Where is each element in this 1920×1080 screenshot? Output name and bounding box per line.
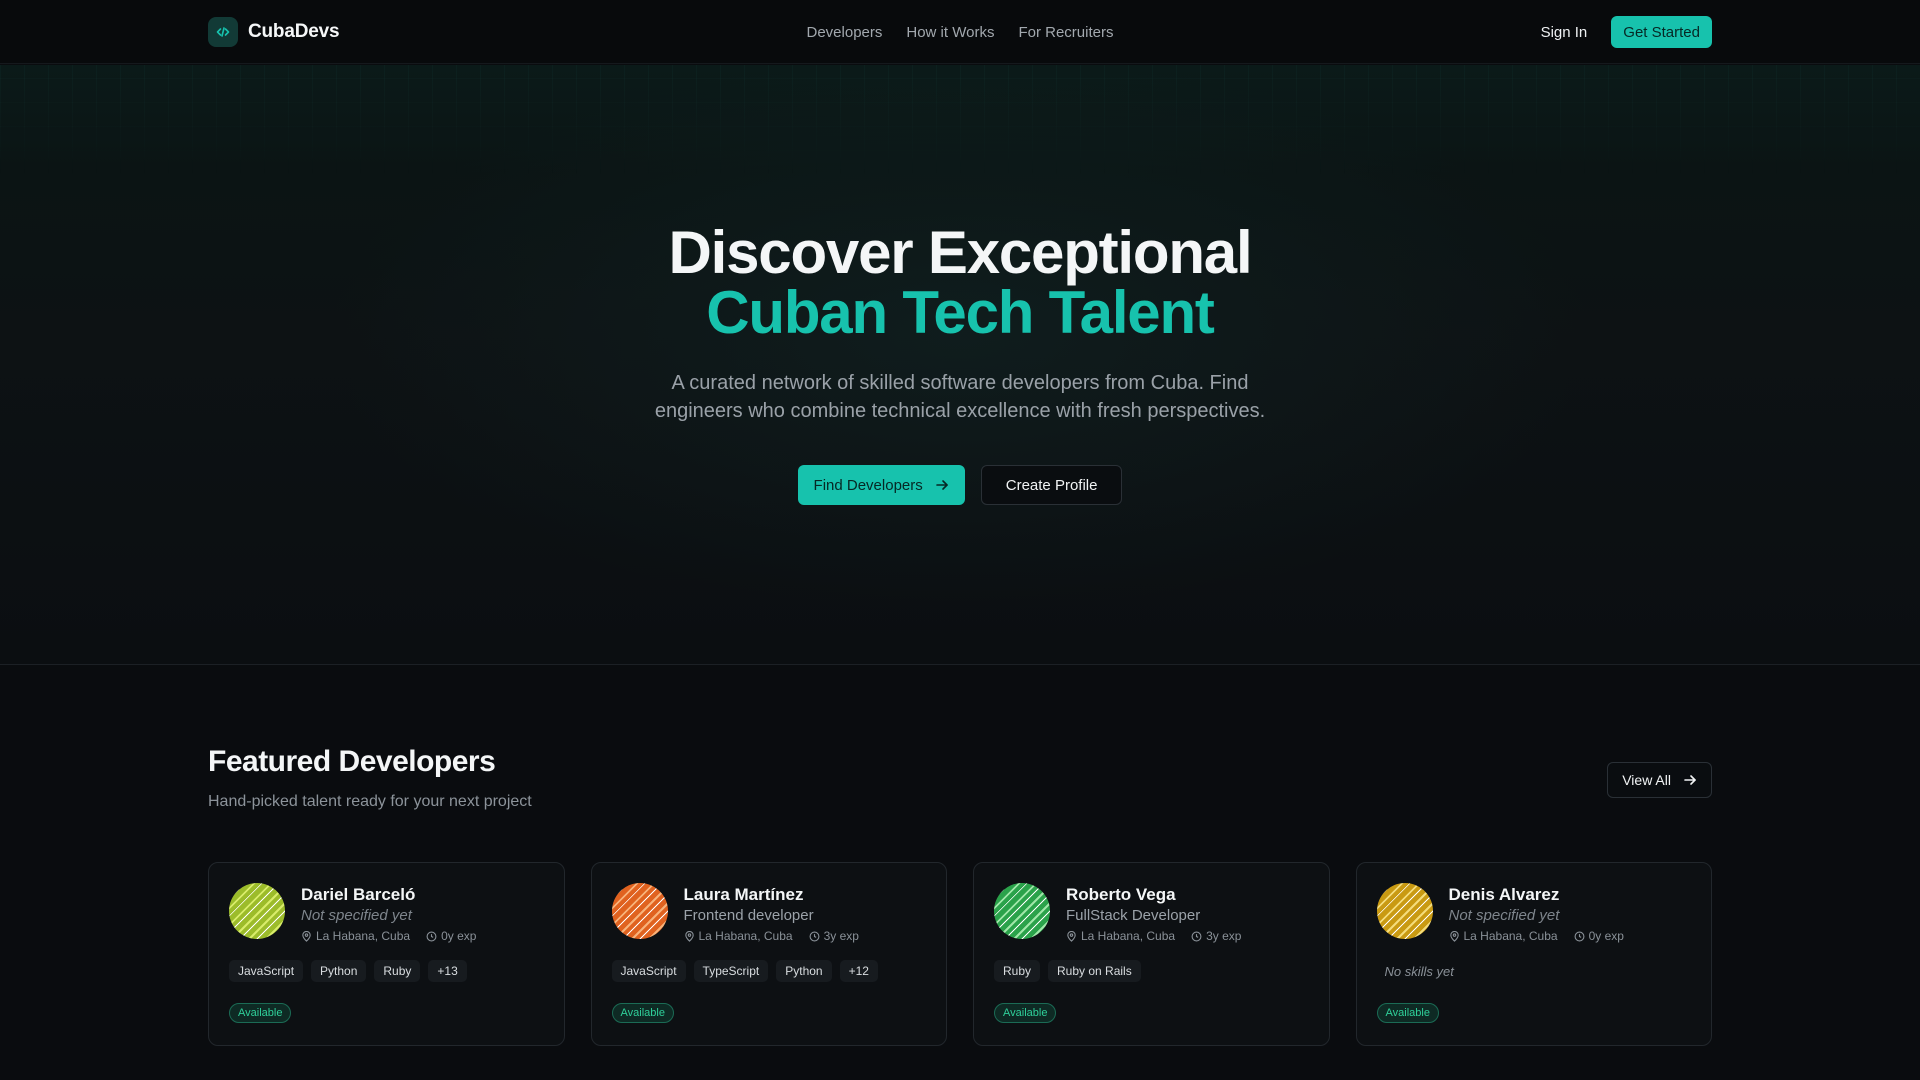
developer-location: La Habana, Cuba [316,929,411,943]
skill-chip: Ruby on Rails [1048,960,1141,982]
clock-icon [1574,931,1585,942]
map-pin-icon [684,930,695,942]
developer-cards: Dariel Barceló Not specified yet La Haba… [208,862,1712,1046]
arrow-right-icon [935,478,949,492]
status-badge: Available [229,1003,292,1023]
status-badge: Available [611,1003,674,1023]
avatar [1376,883,1433,939]
featured-subtitle: Hand-picked talent ready for your next p… [208,793,532,810]
developer-name: Dariel Barceló [301,885,416,904]
skill-chip: Ruby [374,960,421,982]
code-icon [208,17,238,47]
map-pin-icon [1066,930,1077,942]
developer-experience: 0y exp [441,929,477,943]
developer-card[interactable]: Laura Martínez Frontend developer La Hab… [590,862,947,1046]
skill-chip: JavaScript [611,960,686,982]
skill-chip: Ruby [994,960,1041,982]
navbar-inner: CubaDevs Developers How it Works For Rec… [208,0,1712,64]
skill-chip-more: +13 [428,960,467,982]
create-profile-button[interactable]: Create Profile [980,465,1123,505]
hero-subtitle-line2: engineers who combine technical excellen… [654,400,1266,422]
nav-link-how-it-works[interactable]: How it Works [906,24,994,41]
brand-name: CubaDevs [248,21,340,42]
skill-chip: Python [776,960,832,982]
developer-role: Not specified yet [301,907,412,924]
view-all-button[interactable]: View All [1607,762,1712,798]
status-badge: Available [994,1003,1057,1023]
developer-role: Not specified yet [1448,907,1560,924]
developer-meta: La Habana, Cuba 0y exp [1449,929,1624,943]
developer-card[interactable]: Roberto Vega FullStack Developer La Haba… [973,862,1330,1046]
developer-role: Frontend developer [683,907,814,924]
nav-link-for-recruiters[interactable]: For Recruiters [1018,24,1113,41]
hero-title: Discover Exceptional Cuban Tech Talent [0,223,1920,343]
skill-chips: Ruby Ruby on Rails [994,960,1141,982]
hero-subtitle: A curated network of skilled software de… [0,369,1920,425]
skill-chips: JavaScript TypeScript Python +12 [611,960,878,982]
hero-title-line2: Cuban Tech Talent [706,279,1215,346]
skill-chip: Python [311,960,367,982]
clock-icon [1191,931,1202,942]
map-pin-icon [1449,930,1460,942]
clock-icon [809,931,820,942]
developer-location: La Habana, Cuba [1081,929,1176,943]
developer-name: Laura Martínez [683,885,804,904]
find-developers-button[interactable]: Find Developers [797,465,965,505]
hero-title-line1: Discover Exceptional [668,219,1253,286]
developer-experience: 0y exp [1588,929,1624,943]
developer-role: FullStack Developer [1066,907,1201,924]
skill-chip: JavaScript [229,960,304,982]
avatar [611,883,668,939]
view-all-label: View All [1622,772,1671,788]
skill-chip-more: +12 [839,960,878,982]
find-developers-label: Find Developers [813,476,923,494]
avatar [229,883,285,939]
hero-ctas: Find Developers Create Profile [0,465,1920,505]
skill-chip: TypeScript [693,960,769,982]
developer-location: La Habana, Cuba [1463,929,1558,943]
developer-name: Denis Alvarez [1448,885,1560,904]
developer-experience: 3y exp [823,929,859,943]
no-skills-text: No skills yet [1384,964,1454,979]
developer-experience: 3y exp [1206,929,1242,943]
clock-icon [426,931,437,942]
featured-developers-section: Featured Developers Hand-picked talent r… [208,665,1712,1080]
map-pin-icon [301,930,312,942]
nav-actions: Sign In Get Started [1541,16,1712,48]
hero-grid-pattern [0,65,1920,175]
developer-meta: La Habana, Cuba 3y exp [684,929,859,943]
sign-in-link[interactable]: Sign In [1541,24,1588,41]
developer-meta: La Habana, Cuba 3y exp [1066,929,1241,943]
get-started-button[interactable]: Get Started [1611,16,1712,48]
developer-name: Roberto Vega [1066,885,1176,904]
skill-chips: JavaScript Python Ruby +13 [229,960,467,982]
developer-meta: La Habana, Cuba 0y exp [301,929,476,943]
avatar [994,883,1050,939]
status-badge: Available [1376,1003,1439,1023]
featured-title: Featured Developers [208,745,496,778]
brand[interactable]: CubaDevs [208,17,340,47]
arrow-right-icon [1683,773,1697,787]
hero-section: Discover Exceptional Cuban Tech Talent A… [0,65,1920,665]
developer-location: La Habana, Cuba [698,929,793,943]
navbar: CubaDevs Developers How it Works For Rec… [0,0,1920,64]
nav-links: Developers How it Works For Recruiters [807,24,1114,41]
developer-card[interactable]: Dariel Barceló Not specified yet La Haba… [208,862,565,1046]
nav-link-developers[interactable]: Developers [807,24,883,41]
hero-subtitle-line1: A curated network of skilled software de… [671,372,1249,394]
developer-card[interactable]: Denis Alvarez Not specified yet La Haban… [1355,862,1712,1046]
